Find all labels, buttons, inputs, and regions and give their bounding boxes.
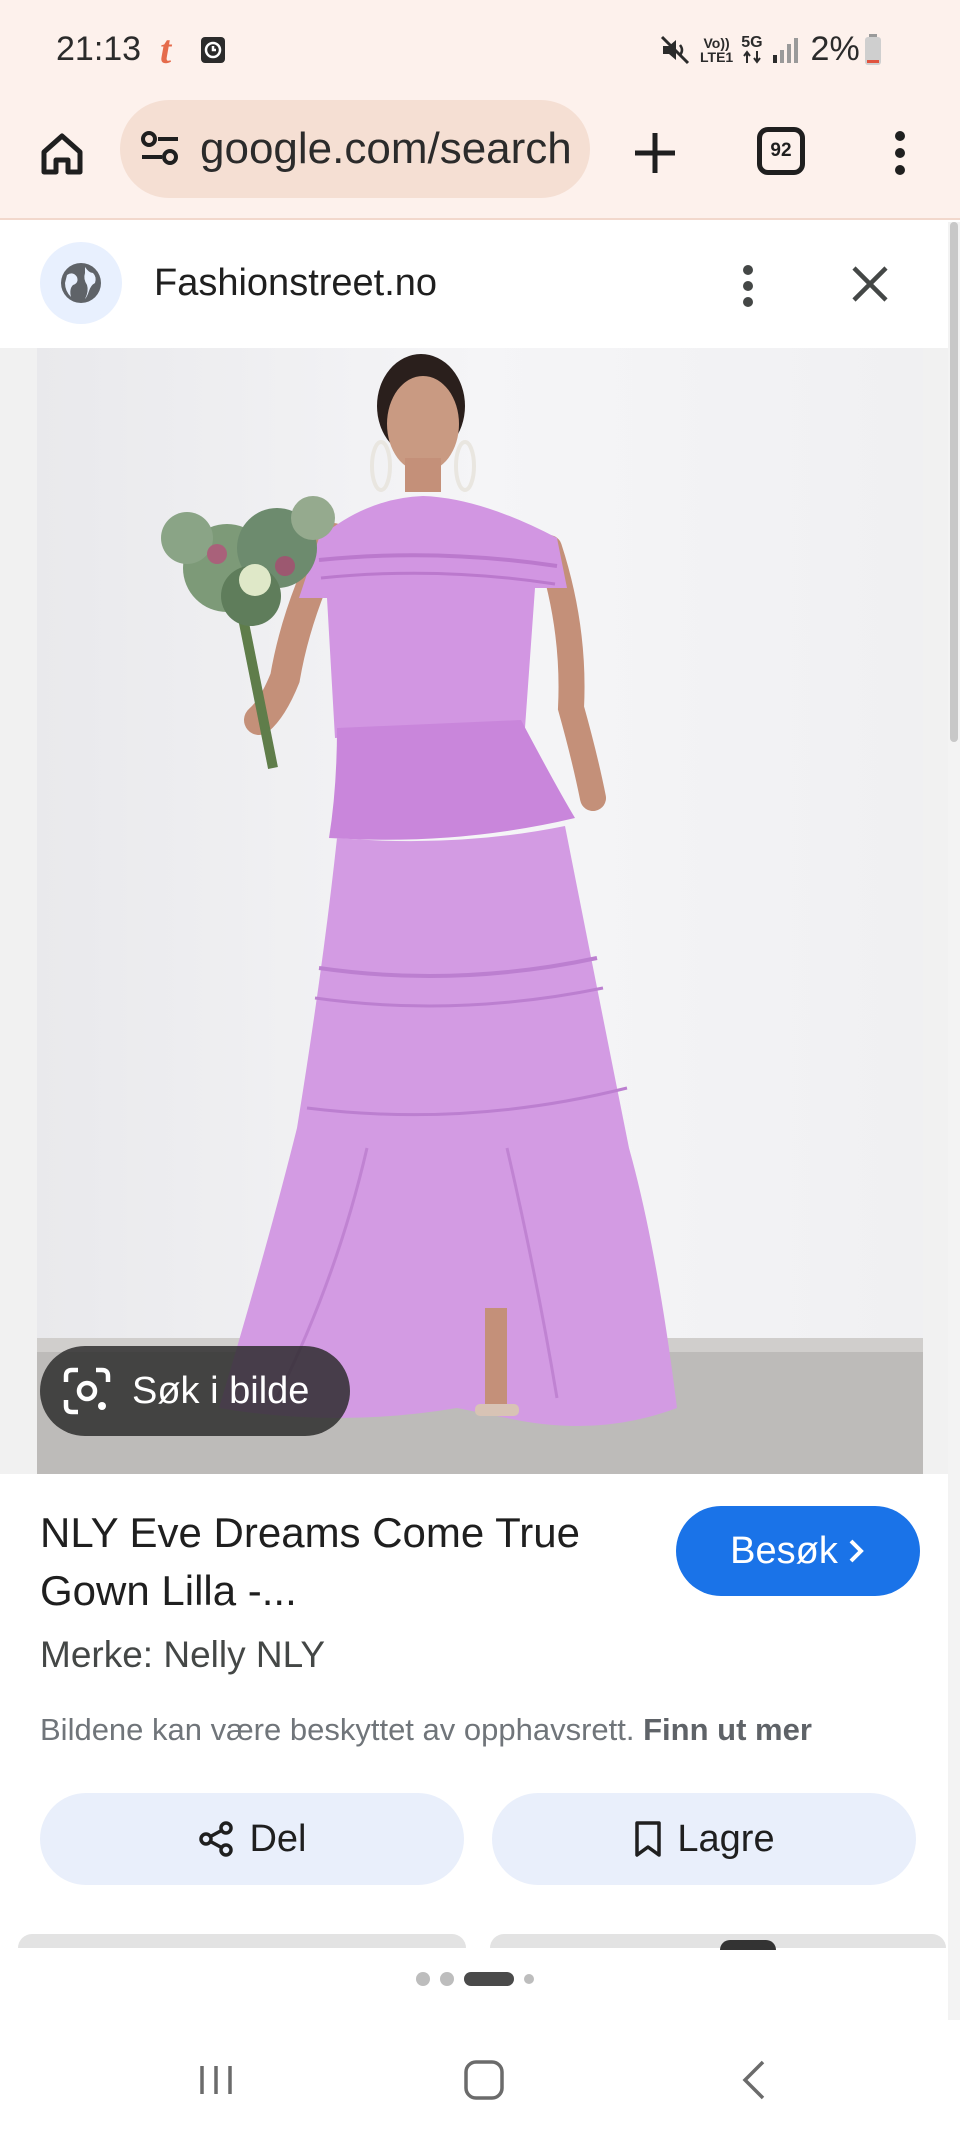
- status-bar: 21:13 t Vo)) LTE1 5G 2%: [0, 0, 960, 100]
- clock-notification-icon: [200, 36, 226, 69]
- tab-count: 92: [770, 140, 792, 161]
- learn-more-link[interactable]: Finn ut mer: [643, 1712, 812, 1747]
- copyright-notice: Bildene kan være beskyttet av opphavsret…: [40, 1712, 812, 1748]
- data-arrows-icon: [743, 49, 761, 64]
- globe-icon: [61, 263, 101, 303]
- related-result-card[interactable]: [18, 1934, 466, 1948]
- browser-menu-button[interactable]: [880, 118, 920, 188]
- tabs-button[interactable]: 92: [757, 127, 805, 175]
- google-lens-icon: [63, 1367, 111, 1415]
- save-label: Lagre: [677, 1817, 775, 1860]
- brand-text: Merke: Nelly NLY: [40, 1634, 326, 1675]
- home-circle-icon: [464, 2060, 504, 2100]
- home-icon: [41, 133, 83, 175]
- share-icon: [199, 1821, 234, 1857]
- battery-percent: 2%: [810, 30, 860, 68]
- status-time: 21:13: [56, 30, 142, 68]
- system-nav-bar: [0, 2020, 960, 2133]
- product-photo[interactable]: [37, 348, 923, 1474]
- new-tab-button[interactable]: [620, 118, 690, 188]
- screen: 21:13 t Vo)) LTE1 5G 2% google.com/searc…: [0, 0, 960, 2133]
- site-name[interactable]: Fashionstreet.no: [154, 262, 437, 305]
- chevron-right-icon: [849, 1539, 864, 1563]
- back-button[interactable]: [724, 2050, 784, 2110]
- home-button[interactable]: [30, 122, 94, 186]
- recent-apps-button[interactable]: [186, 2050, 246, 2110]
- network-5g-indicator: 5G: [741, 34, 763, 64]
- search-in-image-label: Søk i bilde: [132, 1369, 310, 1412]
- image-preview[interactable]: Søk i bilde: [0, 348, 948, 1474]
- product-title[interactable]: NLY Eve Dreams Come True Gown Lilla -...: [40, 1504, 660, 1620]
- url-text[interactable]: google.com/search: [200, 124, 580, 174]
- visit-button[interactable]: Besøk: [676, 1506, 920, 1596]
- signal-icon: [771, 35, 801, 65]
- browser-toolbar: google.com/search 92: [0, 100, 960, 220]
- save-button[interactable]: Lagre: [492, 1793, 916, 1885]
- related-result-card[interactable]: [490, 1934, 946, 1948]
- plus-icon: [635, 133, 675, 173]
- share-button[interactable]: Del: [40, 1793, 464, 1885]
- page-dot: [524, 1974, 534, 1984]
- visit-label: Besøk: [730, 1529, 838, 1572]
- home-nav-button[interactable]: [454, 2050, 514, 2110]
- volte-indicator: Vo)) LTE1: [700, 34, 734, 65]
- app-notification-icon: t: [160, 27, 172, 72]
- panel-scrollbar-thumb[interactable]: [950, 222, 958, 742]
- battery-icon: [864, 33, 882, 66]
- pagination-dots: [416, 1972, 544, 1986]
- panel-more-button[interactable]: [728, 256, 768, 316]
- panel-close-button[interactable]: [846, 260, 894, 308]
- status-icons: Vo)) LTE1 5G 2%: [658, 30, 882, 69]
- search-in-image-button[interactable]: Søk i bilde: [40, 1346, 350, 1436]
- recent-apps-icon: [200, 2066, 232, 2094]
- panel-header: Fashionstreet.no: [0, 222, 948, 348]
- site-favicon: [40, 242, 122, 324]
- more-vert-icon: [895, 131, 905, 175]
- mute-icon: [658, 33, 692, 67]
- more-vert-icon: [743, 265, 753, 307]
- close-icon: [852, 266, 888, 302]
- copyright-text: Bildene kan være beskyttet av opphavsret…: [40, 1712, 635, 1747]
- dress-model-illustration: [37, 354, 923, 1474]
- page-dot: [440, 1972, 454, 1986]
- url-bar[interactable]: google.com/search: [120, 100, 590, 198]
- related-result-thumbnail: [720, 1940, 776, 1950]
- share-label: Del: [249, 1817, 307, 1860]
- page-dot: [416, 1972, 430, 1986]
- site-settings-icon[interactable]: [140, 130, 180, 171]
- bookmark-icon: [635, 1821, 662, 1857]
- back-icon: [742, 2060, 765, 2100]
- page-dot-active: [464, 1972, 514, 1986]
